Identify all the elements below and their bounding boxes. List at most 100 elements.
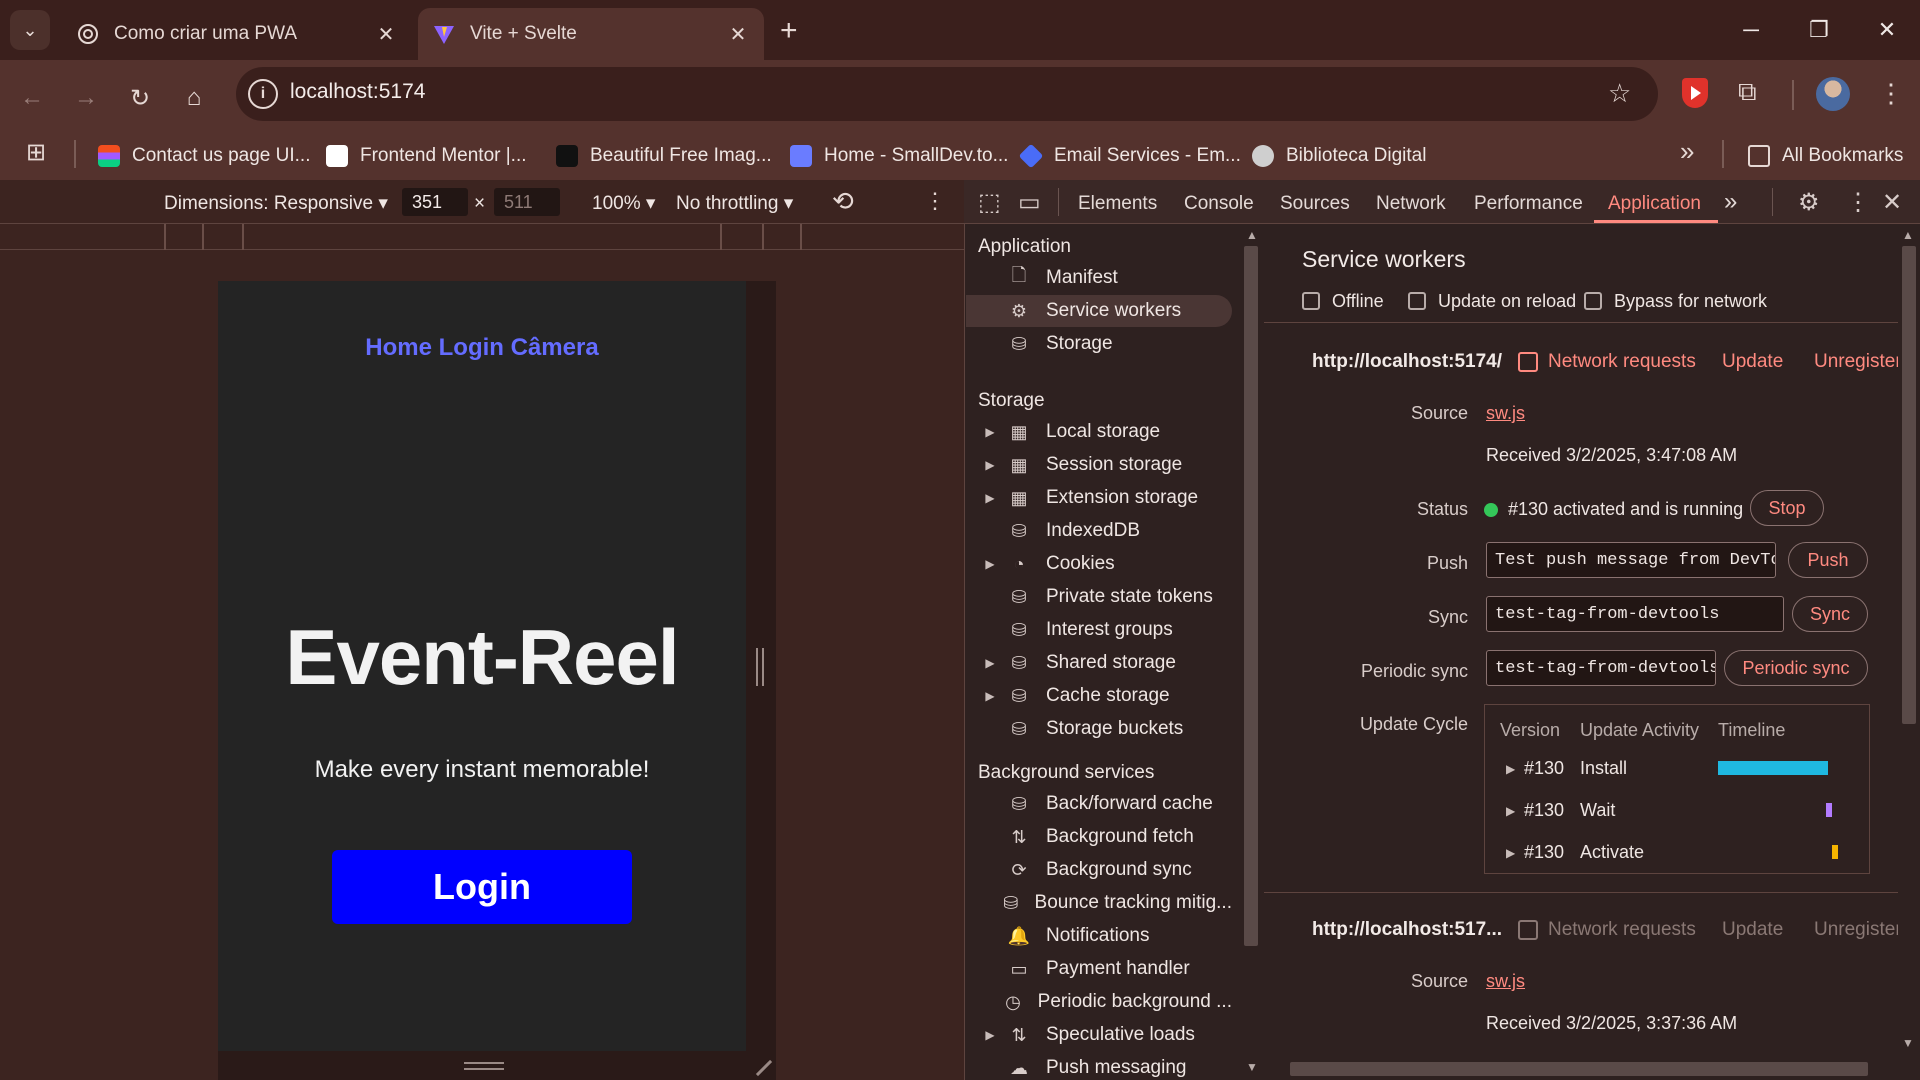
sidebar-item[interactable]: ▶ ▦ Extension storage	[966, 482, 1232, 514]
sidebar-item[interactable]: ⛁ Interest groups	[966, 614, 1232, 646]
sidebar-item-manifest[interactable]: 🗋 Manifest	[966, 262, 1232, 294]
sidebar-item-storage[interactable]: ⛁ Storage	[966, 328, 1232, 360]
sidebar-item[interactable]: ▭ Payment handler	[966, 953, 1232, 985]
sidebar-item[interactable]: ⛁ IndexedDB	[966, 515, 1232, 547]
unregister-link[interactable]: Unregister	[1814, 919, 1902, 941]
sidebar-item[interactable]: ▶ ▦ Session storage	[966, 449, 1232, 481]
sidebar-item[interactable]: ▶ ⛁ Shared storage	[966, 647, 1232, 679]
tab-network[interactable]: Network	[1376, 193, 1446, 215]
more-tabs-icon[interactable]: »	[1724, 188, 1737, 216]
window-close-icon[interactable]: ✕	[1862, 10, 1912, 50]
checkbox-box[interactable]	[1408, 292, 1426, 310]
expand-arrow-icon[interactable]: ▶	[980, 1028, 1000, 1042]
sidebar-item[interactable]: 🔔 Notifications	[966, 920, 1232, 952]
address-bar[interactable]	[236, 67, 1658, 121]
apps-grid-icon[interactable]: ⊞	[26, 138, 46, 167]
expand-arrow-icon[interactable]: ▶	[980, 689, 1000, 703]
scroll-up-icon[interactable]: ▲	[1246, 228, 1258, 242]
expand-arrow-icon[interactable]: ▶	[1506, 846, 1515, 860]
throttling-dropdown[interactable]: No throttling ▾	[676, 192, 793, 215]
sidebar-item[interactable]: ▶ ⛁ Cache storage	[966, 680, 1232, 712]
bypass-for-network-checkbox[interactable]: Bypass for network	[1584, 290, 1767, 312]
minimize-icon[interactable]: ─	[1726, 10, 1776, 50]
height-input[interactable]: 511	[494, 188, 560, 216]
tab-elements[interactable]: Elements	[1078, 193, 1157, 215]
sidebar-item[interactable]: ▶ ◔ Cookies	[966, 548, 1232, 580]
push-button[interactable]: Push	[1788, 542, 1868, 578]
update-on-reload-checkbox[interactable]: Update on reload	[1408, 290, 1576, 312]
avatar[interactable]	[1816, 77, 1850, 111]
close-icon[interactable]: ✕	[726, 22, 750, 47]
expand-arrow-icon[interactable]: ▶	[1506, 762, 1515, 776]
sync-button[interactable]: Sync	[1792, 596, 1868, 632]
sidebar-item[interactable]: ⛁ Bounce tracking mitig...	[966, 887, 1232, 919]
inspect-element-icon[interactable]: ⬚	[978, 188, 1001, 217]
expand-arrow-icon[interactable]: ▶	[980, 491, 1000, 505]
bookmark-item[interactable]: Beautiful Free Imag...	[556, 138, 772, 174]
periodic-sync-input[interactable]: test-tag-from-devtools	[1486, 650, 1716, 686]
unregister-link[interactable]: Unregister	[1814, 351, 1902, 373]
new-tab-icon[interactable]: +	[780, 14, 798, 48]
stop-button[interactable]: Stop	[1750, 490, 1824, 526]
scroll-down-icon[interactable]: ▼	[1246, 1060, 1258, 1074]
device-menu-icon[interactable]: ⋮	[924, 188, 946, 214]
all-bookmarks[interactable]: All Bookmarks	[1748, 138, 1903, 174]
tab-application[interactable]: Application	[1608, 193, 1701, 215]
horizontal-scroll-thumb[interactable]	[1290, 1062, 1868, 1076]
bookmark-item[interactable]: Frontend Mentor |...	[326, 138, 527, 174]
reload-icon[interactable]: ↻	[122, 80, 158, 116]
site-info-icon[interactable]: i	[248, 79, 278, 109]
expand-arrow-icon[interactable]: ▶	[1506, 804, 1515, 818]
tab-vite-svelte[interactable]: Vite + Svelte ✕	[418, 8, 764, 60]
sidebar-item[interactable]: ☁ Push messaging	[966, 1052, 1232, 1080]
page-nav-links[interactable]: Home Login Câmera	[218, 334, 746, 362]
expand-arrow-icon[interactable]: ▶	[980, 425, 1000, 439]
forward-icon[interactable]: →	[68, 80, 104, 116]
sidebar-item[interactable]: ◷ Periodic background ...	[966, 986, 1232, 1018]
width-input[interactable]: 351	[402, 188, 468, 216]
sidebar-item[interactable]: ⛁ Private state tokens	[966, 581, 1232, 613]
bookmark-item[interactable]: Biblioteca Digital	[1252, 138, 1426, 174]
network-requests-link[interactable]: Network requests	[1518, 351, 1696, 373]
resize-handle-bottom[interactable]	[464, 1062, 504, 1070]
dimensions-dropdown[interactable]: Dimensions: Responsive ▾	[164, 192, 388, 215]
main-scroll-thumb[interactable]	[1902, 246, 1916, 724]
offline-checkbox[interactable]: Offline	[1302, 290, 1384, 312]
update-link[interactable]: Update	[1722, 351, 1783, 373]
tab-como-criar-pwa[interactable]: Como criar uma PWA ✕	[62, 8, 412, 60]
sidebar-item[interactable]: ▶ ▦ Local storage	[966, 416, 1232, 448]
more-bookmarks-icon[interactable]: »	[1680, 136, 1694, 167]
bookmark-item[interactable]: Contact us page UI...	[98, 138, 311, 174]
bookmark-star-icon[interactable]: ☆	[1608, 78, 1631, 109]
settings-gear-icon[interactable]: ⚙	[1798, 188, 1820, 217]
sidebar-scroll-thumb[interactable]	[1244, 246, 1258, 946]
close-icon[interactable]: ✕	[374, 22, 398, 47]
checkbox-box[interactable]	[1584, 292, 1602, 310]
expand-arrow-icon[interactable]: ▶	[980, 458, 1000, 472]
address-text[interactable]: localhost:5174	[290, 80, 425, 104]
sidebar-item[interactable]: ⛁ Storage buckets	[966, 713, 1232, 745]
devtools-menu-icon[interactable]: ⋮	[1846, 188, 1870, 217]
sidebar-item[interactable]: ⇅ Background fetch	[966, 821, 1232, 853]
scroll-up-icon[interactable]: ▲	[1902, 228, 1914, 242]
zoom-dropdown[interactable]: 100% ▾	[592, 192, 655, 215]
scroll-down-icon[interactable]: ▼	[1902, 1036, 1914, 1050]
tab-sources[interactable]: Sources	[1280, 193, 1350, 215]
source-link[interactable]: sw.js	[1486, 971, 1525, 992]
extension-red-icon[interactable]	[1682, 78, 1708, 108]
sidebar-item[interactable]: ▶ ⇅ Speculative loads	[966, 1019, 1232, 1051]
device-toggle-icon[interactable]: ▭	[1018, 188, 1041, 217]
resize-handle-right[interactable]	[756, 648, 764, 686]
periodic-sync-button[interactable]: Periodic sync	[1724, 650, 1868, 686]
update-link[interactable]: Update	[1722, 919, 1783, 941]
back-icon[interactable]: ←	[14, 80, 50, 116]
push-input[interactable]: Test push message from DevToo	[1486, 542, 1776, 578]
login-button[interactable]: Login	[332, 850, 632, 924]
source-link[interactable]: sw.js	[1486, 403, 1525, 424]
expand-arrow-icon[interactable]: ▶	[980, 557, 1000, 571]
rotate-icon[interactable]: ⟲	[832, 186, 854, 217]
checkbox-box[interactable]	[1302, 292, 1320, 310]
tab-search-button[interactable]: ⌄	[10, 10, 50, 50]
tab-performance[interactable]: Performance	[1474, 193, 1583, 215]
sync-input[interactable]: test-tag-from-devtools	[1486, 596, 1784, 632]
